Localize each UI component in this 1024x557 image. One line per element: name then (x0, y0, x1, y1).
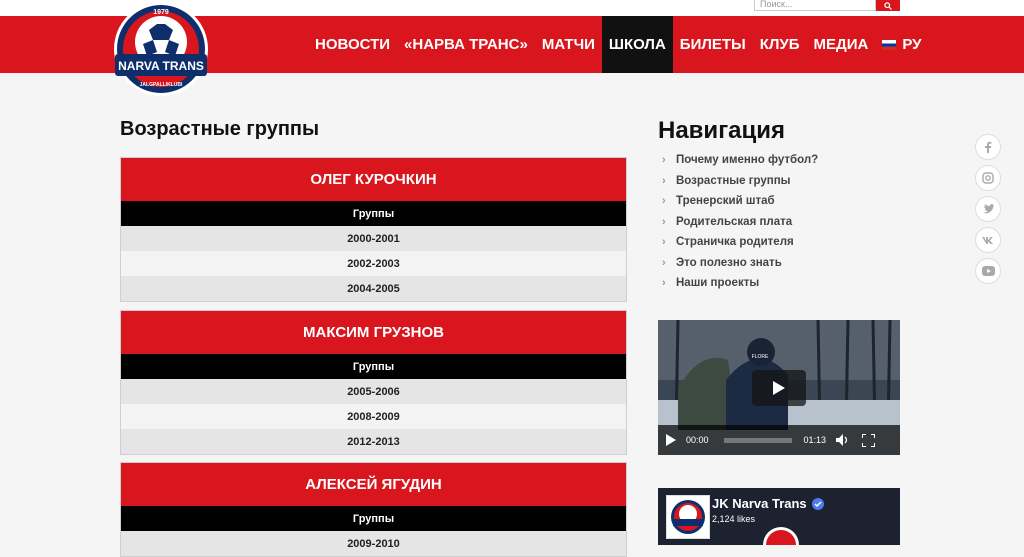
sidebar-link[interactable]: › Возрастные группы (662, 171, 818, 192)
menu-item-tickets[interactable]: БИЛЕТЫ (673, 16, 753, 73)
sidebar-link[interactable]: › Наши проекты (662, 273, 818, 294)
group-row: 2004-2005 (121, 276, 626, 301)
logo-sub: JALGPALLIKLUBI (140, 82, 183, 88)
sidebar-link-label: Тренерский штаб (676, 195, 775, 208)
facebook-likes: 2,124 likes (712, 514, 756, 524)
menu-item-matches[interactable]: МАТЧИ (535, 16, 602, 73)
video-progress-bar[interactable] (723, 437, 792, 443)
group-table: МАКСИМ ГРУЗНОВ Группы 2005-2006 2008-200… (120, 310, 627, 455)
group-table: АЛЕКСЕЙ ЯГУДИН Группы 2009-2010 (120, 462, 627, 557)
language-label: РУ (902, 36, 922, 53)
chevron-right-icon: › (662, 277, 666, 290)
group-row: 2000-2001 (121, 226, 626, 251)
menu-item-news[interactable]: НОВОСТИ (308, 16, 397, 73)
sidebar-link-label: Почему именно футбол? (676, 154, 819, 167)
sidebar-link-label: Это полезно знать (676, 256, 782, 269)
facebook-icon[interactable] (975, 134, 1001, 160)
sidebar-link[interactable]: › Почему именно футбол? (662, 150, 818, 171)
sidebar-link[interactable]: › Родительская плата (662, 212, 818, 233)
language-switcher[interactable]: РУ (875, 16, 928, 73)
coach-name: МАКСИМ ГРУЗНОВ (121, 311, 626, 354)
search-button[interactable] (876, 0, 900, 11)
logo-name: NARVA TRANS (118, 59, 204, 73)
sidebar-link-label: Страничка родителя (676, 236, 794, 249)
chevron-right-icon: › (662, 154, 666, 167)
logo-year: 1979 (153, 9, 169, 16)
sidebar-nav: › Почему именно футбол? › Возрастные групп… (662, 150, 818, 294)
menu-item-media[interactable]: МЕДИА (807, 16, 876, 73)
vk-icon[interactable] (975, 227, 1001, 253)
video-controls: 00:00 01:13 (658, 425, 900, 455)
sidebar-link-label: Возрастные группы (676, 174, 791, 187)
fullscreen-icon[interactable] (862, 433, 876, 447)
play-small-icon[interactable] (666, 434, 676, 446)
groups-header: Группы (121, 354, 626, 379)
chevron-right-icon: › (662, 174, 666, 187)
social-sidebar (975, 134, 1001, 289)
coach-name: АЛЕКСЕЙ ЯГУДИН (121, 463, 626, 506)
club-logo-small (671, 500, 705, 534)
sidebar-title: Навигация (658, 117, 786, 144)
instagram-icon[interactable] (975, 165, 1001, 191)
menu-item-narva-trans[interactable]: «НАРВА ТРАНС» (397, 16, 535, 73)
group-row: 2012-2013 (121, 429, 626, 454)
group-row: 2009-2010 (121, 531, 626, 556)
youtube-icon[interactable] (975, 258, 1001, 284)
coach-name: ОЛЕГ КУРОЧКИН (121, 158, 626, 201)
groups-header: Группы (121, 201, 626, 226)
search-input[interactable]: Поиск... (754, 0, 876, 11)
group-row: 2002-2003 (121, 251, 626, 276)
russian-flag-icon (882, 39, 897, 50)
facebook-page-widget[interactable]: JK Narva Trans 2,124 likes (658, 488, 900, 545)
chevron-right-icon: › (662, 215, 666, 228)
chevron-right-icon: › (662, 256, 666, 269)
page-title: Возрастные группы (120, 118, 320, 140)
facebook-avatar (666, 495, 710, 539)
group-row: 2008-2009 (121, 404, 626, 429)
sidebar-link[interactable]: › Это полезно знать (662, 253, 818, 274)
facebook-page-name[interactable]: JK Narva Trans (712, 496, 824, 511)
search-form: Поиск... (754, 0, 900, 11)
chevron-right-icon: › (662, 236, 666, 249)
video-player[interactable]: FLORE 00:00 01:13 (658, 320, 900, 455)
club-logo[interactable]: NARVA TRANS 1979 JALGPALLIKLUBI (107, 0, 215, 98)
play-icon (773, 381, 785, 395)
verified-badge-icon (811, 497, 824, 510)
play-button[interactable] (752, 370, 806, 406)
sidebar-link-label: Родительская плата (676, 215, 793, 228)
sidebar-link-label: Наши проекты (676, 277, 760, 290)
twitter-icon[interactable] (975, 196, 1001, 222)
group-table: ОЛЕГ КУРОЧКИН Группы 2000-2001 2002-2003… (120, 157, 627, 302)
video-overlay-text: FLORE (752, 354, 769, 360)
group-row: 2005-2006 (121, 379, 626, 404)
video-current-time: 00:00 (686, 435, 709, 445)
chevron-right-icon: › (662, 195, 666, 208)
sidebar-link[interactable]: › Страничка родителя (662, 232, 818, 253)
sidebar-link[interactable]: › Тренерский штаб (662, 191, 818, 212)
volume-icon[interactable] (836, 434, 850, 446)
video-duration: 01:13 (803, 435, 827, 445)
search-icon (884, 1, 892, 10)
menu-item-club[interactable]: КЛУБ (753, 16, 807, 73)
facebook-cover-image (763, 527, 799, 545)
main-menu: НОВОСТИ «НАРВА ТРАНС» МАТЧИ ШКОЛА БИЛЕТЫ… (308, 16, 929, 73)
menu-item-school[interactable]: ШКОЛА (601, 16, 673, 73)
groups-header: Группы (121, 506, 626, 531)
